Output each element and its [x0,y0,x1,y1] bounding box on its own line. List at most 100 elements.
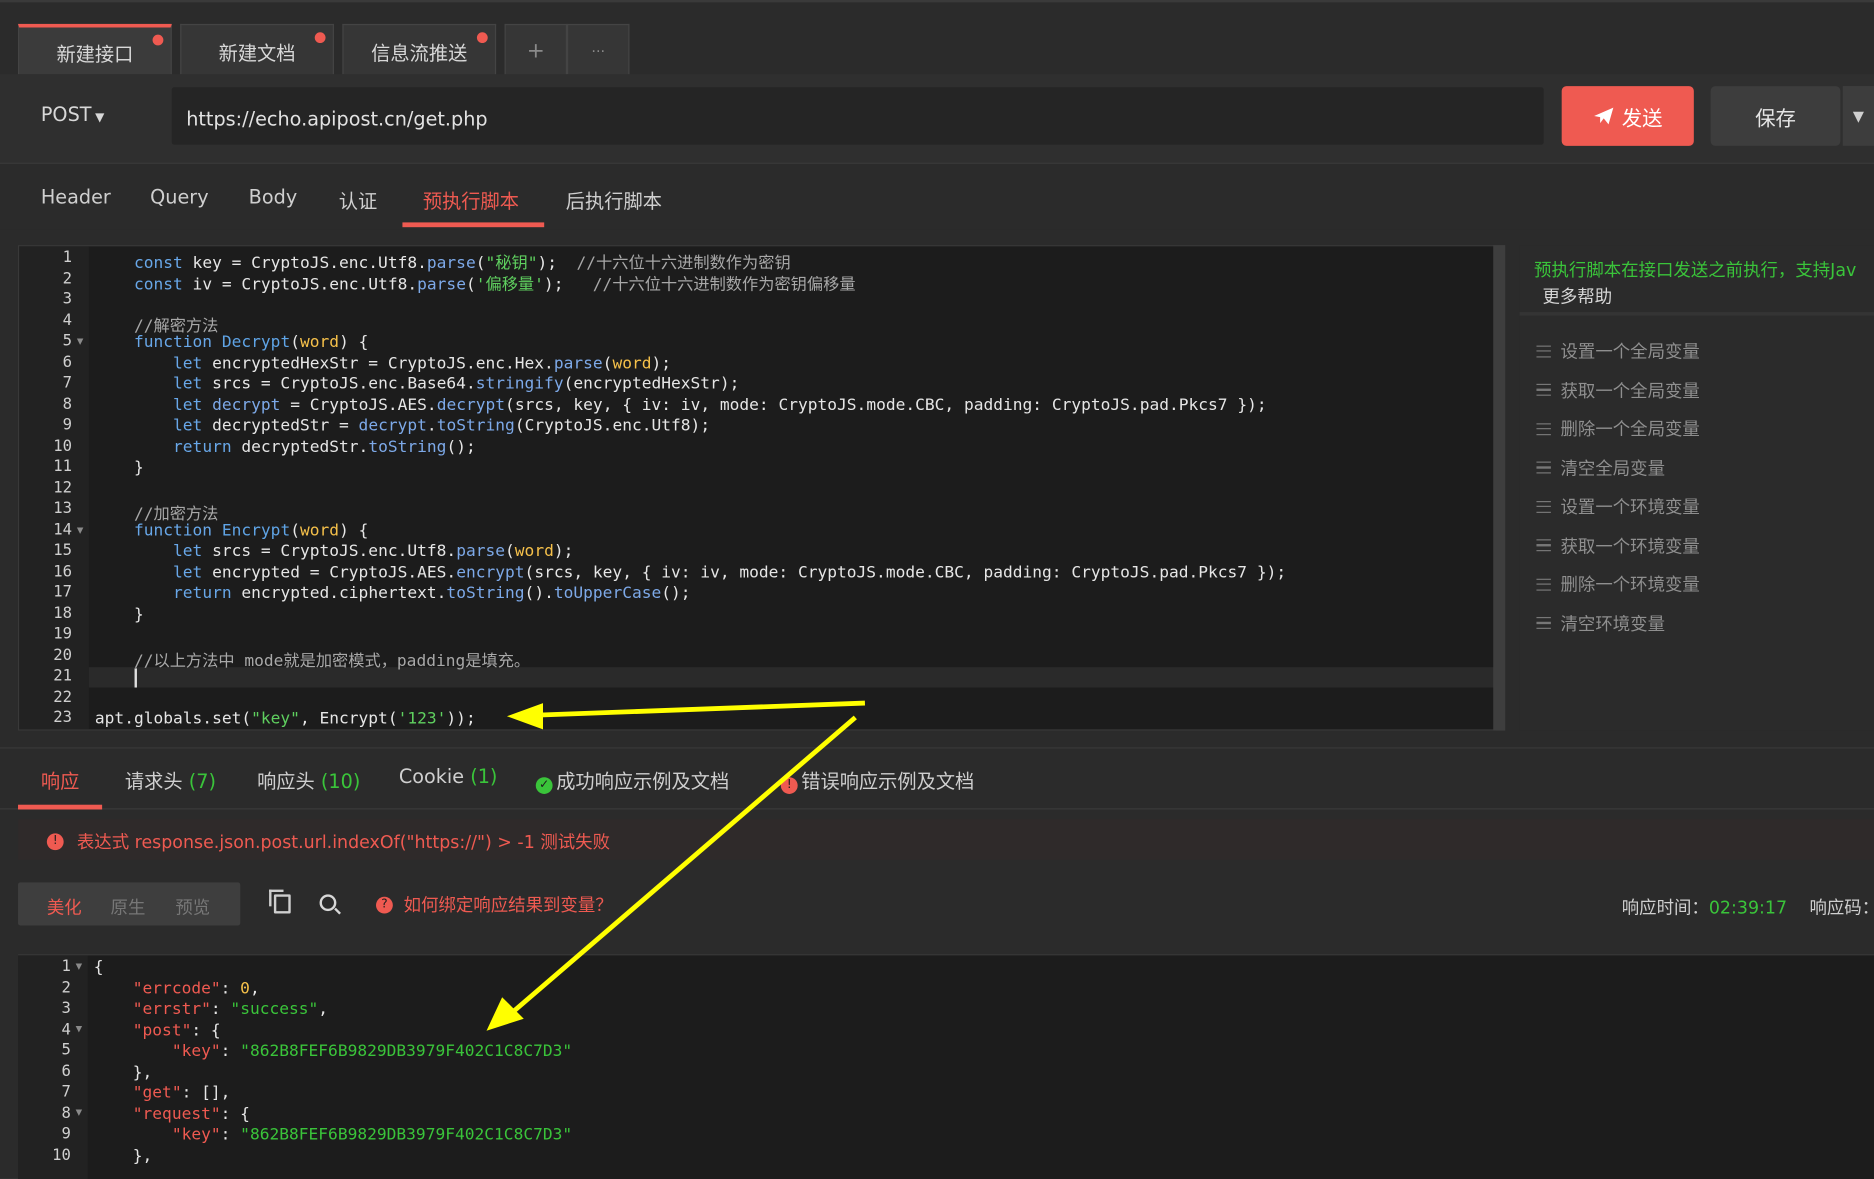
line-number: 1 [61,957,71,976]
fold-arrow-icon[interactable]: ▼ [76,961,83,973]
code-line: } [94,457,144,478]
snippet-delete-global[interactable]: 删除一个全局变量 [1536,416,1700,441]
tab-auth[interactable]: 认证 [339,185,377,214]
plus-icon[interactable]: + [504,23,568,77]
tab-cookie[interactable]: Cookie (1) [399,765,498,788]
snippet-delete-env[interactable]: 删除一个环境变量 [1536,572,1700,597]
tab-new-api[interactable]: 新建接口 [18,23,172,77]
snippet-get-global[interactable]: 获取一个全局变量 [1536,377,1700,402]
sliders-icon [1536,539,1551,552]
response-tabs: 响应 请求头 (7) 响应头 (10) Cookie (1) ✓ 成功响应示例及文… [0,747,1874,810]
search-icon[interactable] [319,894,337,912]
active-tab-underline [402,222,545,228]
caret-down-icon: ▼ [95,111,105,125]
paper-plane-icon [1594,107,1614,125]
line-number: 19 [53,625,73,644]
copy-icon[interactable] [269,889,291,914]
response-body-viewer[interactable]: 1 2 3 4 5 6 7 8 9 10 ▼ ▼ ▼ { "errcode": … [18,954,1874,1179]
response-code-label: 响应码： [1809,899,1874,919]
snippet-set-global[interactable]: 设置一个全局变量 [1536,338,1700,363]
line-number: 17 [53,583,73,602]
request-sub-tabs: Header Query Body 认证 预执行脚本 后执行脚本 [0,162,1874,230]
error-message: 表达式 response.json.post.url.indexOf("http… [76,833,611,853]
tab-new-doc[interactable]: 新建文档 [180,23,334,77]
snippet-get-env[interactable]: 获取一个环境变量 [1536,533,1700,558]
url-input[interactable]: https://echo.apipost.cn/get.php [171,87,1544,145]
unsaved-dot [476,32,488,44]
line-number: 12 [53,478,73,497]
method-select[interactable]: POST ▼ [41,103,105,126]
code-line: let srcs = CryptoJS.enc.Utf8.parse(word)… [173,541,574,561]
line-number: 13 [53,499,73,518]
fold-arrow-icon[interactable]: ▼ [76,1107,83,1119]
json-line: "key": "862B8FEF6B9829DB3979F402C1C8C7D3… [171,1125,573,1145]
snippet-clear-globals[interactable]: 清空全局变量 [1536,455,1665,480]
tab-success-example[interactable]: ✓ 成功响应示例及文档 [535,765,729,794]
line-number: 10 [53,437,73,455]
code-line: return decryptedStr.toString(); [173,437,476,457]
tab-feed-push[interactable]: 信息流推送 [342,23,497,77]
line-number: 7 [62,374,73,393]
view-preview[interactable]: 预览 [175,894,210,919]
snippet-set-env[interactable]: 设置一个环境变量 [1536,494,1700,519]
unsaved-dot [314,32,326,44]
save-dropdown-icon[interactable]: ▼ [1842,86,1874,146]
view-raw[interactable]: 原生 [111,894,146,919]
fold-arrow-icon[interactable]: ▼ [77,336,84,348]
request-tab-bar: 新建接口 新建文档 信息流推送 + ··· [0,0,1874,77]
more-help-link[interactable]: 更多帮助 [1542,283,1612,308]
line-number: 15 [53,541,73,560]
fold-arrow-icon[interactable]: ▼ [76,1024,83,1036]
editor-scrollbar[interactable] [1493,245,1506,731]
active-line-highlight [88,667,1495,688]
line-number: 14 [53,520,73,539]
code-line: let decryptedStr = decrypt.toString(Cryp… [173,416,711,436]
sliders-icon [1536,383,1551,396]
sliders-icon [1536,500,1551,513]
line-number: 7 [61,1083,71,1102]
code-line: let encryptedHexStr = CryptoJS.enc.Hex.p… [173,353,672,373]
save-button[interactable]: 保存 [1710,86,1841,146]
line-number: 5 [62,332,73,351]
check-circle-icon: ✓ [535,777,553,794]
line-number: 6 [62,353,73,372]
send-button[interactable]: 发送 [1561,86,1694,146]
tab-query[interactable]: Query [150,185,208,208]
tab-pre-script[interactable]: 预执行脚本 [423,185,519,214]
line-number: 1 [62,248,73,267]
json-line: "errcode": 0, [132,978,260,998]
unsaved-dot [152,34,164,46]
tab-response[interactable]: 响应 [41,765,79,794]
tab-post-script[interactable]: 后执行脚本 [566,185,662,214]
view-pretty[interactable]: 美化 [47,894,82,919]
line-number: 8 [61,1104,71,1123]
code-line: let decrypt = CryptoJS.AES.decrypt(srcs,… [173,395,1267,415]
tab-body[interactable]: Body [249,185,298,208]
error-circle-icon: ! [780,777,798,794]
sliders-icon [1536,422,1551,435]
snippet-clear-env[interactable]: 清空环境变量 [1536,610,1665,635]
tab-request-headers[interactable]: 请求头 (7) [125,765,216,794]
tab-header[interactable]: Header [41,185,111,208]
line-number: 9 [61,1125,71,1144]
more-icon[interactable]: ··· [567,23,630,77]
fold-arrow-icon[interactable]: ▼ [77,525,84,537]
sliders-icon [1536,616,1551,629]
line-number: 9 [62,416,73,435]
line-number: 16 [53,562,73,581]
tab-error-example[interactable]: ! 错误响应示例及文档 [780,765,974,794]
pre-script-editor[interactable]: 1 2 3 4 5 6 7 8 9 10 11 12 13 14 15 16 1… [18,245,1496,731]
assertion-error-banner: ! 表达式 response.json.post.url.indexOf("htt… [18,819,1874,860]
tab-response-headers[interactable]: 响应头 (10) [257,765,360,794]
json-line: "post": { [132,1020,221,1040]
code-line: function Decrypt(word) { [133,332,369,352]
json-line: "request": { [132,1104,250,1124]
json-line: "key": "862B8FEF6B9829DB3979F402C1C8C7D3… [171,1041,573,1061]
code-line: //以上方法中 mode就是加密模式，padding是填充。 [133,651,531,671]
bind-variable-help-link[interactable]: ? 如何绑定响应结果到变量？ [376,892,613,917]
request-bar: POST ▼ https://echo.apipost.cn/get.php 发送… [0,74,1874,163]
code-line: let srcs = CryptoJS.enc.Base64.stringify… [173,374,740,394]
code-line: } [94,604,144,624]
json-line: "errstr": "success", [132,999,329,1019]
tab-label: 信息流推送 [371,41,468,64]
